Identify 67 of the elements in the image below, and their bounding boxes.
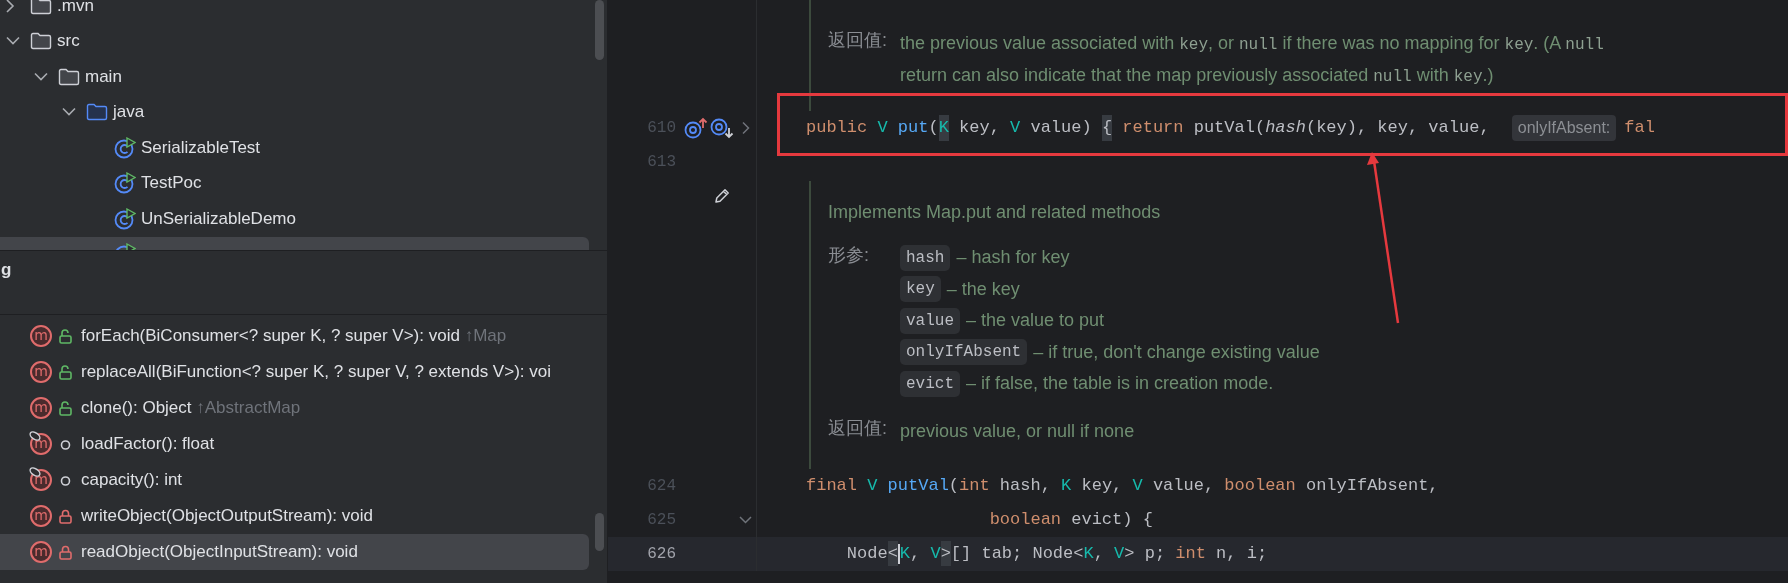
tree-item[interactable]: .mvn xyxy=(0,0,589,24)
unlocked-icon xyxy=(59,329,72,344)
scrollbar-thumb[interactable] xyxy=(595,513,604,551)
param-name: value xyxy=(900,307,960,334)
param-description: – the value to put xyxy=(966,309,1105,333)
code-line: final V putVal(int hash, K key, V value, boolean onlyIfAbsent, xyxy=(805,474,1439,497)
structure-item[interactable]: m readObject(ObjectInputStream): void xyxy=(0,534,589,570)
param-name: evict xyxy=(900,370,960,397)
doc-text: return can also indicate that the map previously associated null with key.) xyxy=(900,65,1494,85)
method-icon: m xyxy=(30,397,52,419)
doc-text: the previous value associated with key, or null if there was no mapping for key. (A null xyxy=(900,33,1604,53)
param-name: key xyxy=(900,276,941,303)
structure-item[interactable]: m capacity(): int xyxy=(0,462,589,498)
implemented-icon[interactable] xyxy=(710,117,734,139)
method-icon: m xyxy=(30,325,52,347)
chevron-down-icon[interactable] xyxy=(34,72,48,82)
doc-label: 返回值: xyxy=(828,417,887,438)
doc-text: previous value, or null if none xyxy=(900,420,1135,441)
tree-item[interactable]: SerializableTest xyxy=(0,130,589,166)
doc-description: Implements Map.put and related methods xyxy=(828,201,1162,224)
chevron-down-icon[interactable] xyxy=(6,36,20,46)
lock-icon xyxy=(59,545,72,560)
code-line: Node<K, V>[] tab; Node<K, V> p; int n, i; xyxy=(757,536,1268,571)
class-icon xyxy=(114,207,136,230)
folder-icon xyxy=(30,32,52,51)
method-icon: m xyxy=(30,541,52,563)
edit-icon[interactable] xyxy=(713,187,731,205)
tree-item[interactable]: UnSerializableDemo xyxy=(0,201,589,237)
fold-icon[interactable] xyxy=(739,515,752,524)
code-line: public V put(K key, V value) { return putVal(hash(key), key, value, onlyIfAbsent: fal xyxy=(757,111,1655,145)
tree-item[interactable]: src xyxy=(0,23,589,59)
class-icon xyxy=(114,136,136,159)
fold-icon[interactable] xyxy=(742,121,750,135)
override-icon[interactable] xyxy=(684,117,708,139)
scrollbar-thumb[interactable] xyxy=(595,0,604,60)
param-description: – if false, the table is in creation mode. xyxy=(966,372,1274,396)
circle-icon xyxy=(59,473,72,488)
tree-item[interactable]: java xyxy=(0,94,589,130)
chevron-down-icon[interactable] xyxy=(62,107,76,117)
folder-icon xyxy=(30,0,52,15)
param-name: onlyIfAbsent xyxy=(900,339,1028,366)
structure-item[interactable]: m forEach(BiConsumer<? super K, ? super V>): void ↑Map xyxy=(0,318,589,354)
folder-icon xyxy=(58,67,80,86)
unlocked-icon xyxy=(59,365,72,380)
structure-item[interactable]: m writeObject(ObjectOutputStream): void xyxy=(0,498,589,534)
circle-icon xyxy=(59,437,72,452)
doc-label: 形参: xyxy=(828,245,869,265)
class-icon xyxy=(114,172,136,195)
tree-item[interactable]: main xyxy=(0,59,589,95)
line-number: 626 xyxy=(647,543,676,565)
panel-title: g xyxy=(1,259,12,281)
param-description: – the key xyxy=(946,277,1020,301)
folder-icon xyxy=(86,103,108,122)
param-description: – hash for key xyxy=(956,246,1070,270)
chevron-right-icon[interactable] xyxy=(6,0,15,13)
structure-item[interactable]: m loadFactor(): float xyxy=(0,426,589,462)
param-name: hash xyxy=(900,244,951,271)
method-icon: m xyxy=(30,361,52,383)
tree-item[interactable]: TestPoc xyxy=(0,165,589,201)
param-description: – if true, don't change existing value xyxy=(1033,340,1320,364)
structure-item[interactable]: m replaceAll(BiFunction<? super K, ? super V, ? extends V>): voi xyxy=(0,354,589,390)
doc-label: 返回值: xyxy=(828,30,887,50)
lock-icon xyxy=(59,509,72,524)
method-icon: m xyxy=(30,505,52,527)
code-line: boolean evict) { xyxy=(988,508,1153,531)
structure-item[interactable]: m clone(): Object ↑AbstractMap xyxy=(0,390,589,426)
unlocked-icon xyxy=(59,401,72,416)
